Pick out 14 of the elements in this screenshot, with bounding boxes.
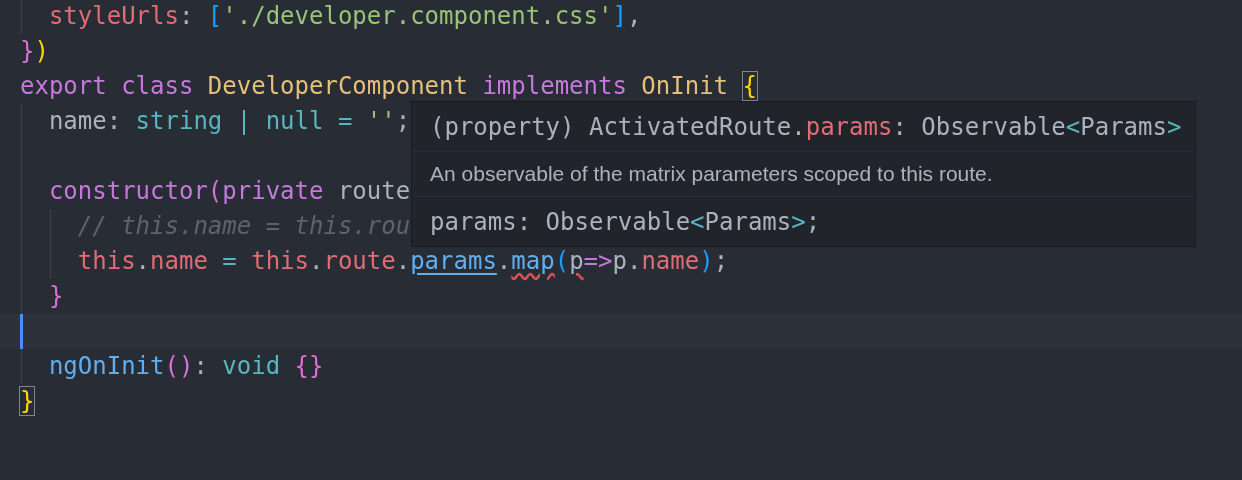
- text-cursor: [20, 314, 23, 349]
- tooltip-description: An observable of the matrix parameters scoped to this route.: [430, 162, 993, 186]
- code-line: name: string | null = '';: [47, 107, 411, 135]
- code-line: export class DeveloperComponent implements OnInit {: [20, 72, 757, 100]
- code-line: this.name = this.route.params.map(p=>p.name);: [76, 247, 729, 275]
- code-line: }): [20, 37, 49, 65]
- code-line: ngOnInit(): void {}: [47, 352, 324, 380]
- code-line: // this.name = this.rou: [76, 212, 411, 240]
- tooltip-declaration: params: Observable<Params>;: [430, 207, 821, 236]
- tooltip-signature: (property) ActivatedRoute.params: Observable<Params>: [430, 112, 1182, 141]
- code-line: styleUrls: ['./developer.component.css'],: [47, 2, 642, 30]
- code-line: constructor(private route: [47, 177, 411, 205]
- code-line: }: [20, 387, 35, 415]
- code-line: }: [47, 282, 64, 310]
